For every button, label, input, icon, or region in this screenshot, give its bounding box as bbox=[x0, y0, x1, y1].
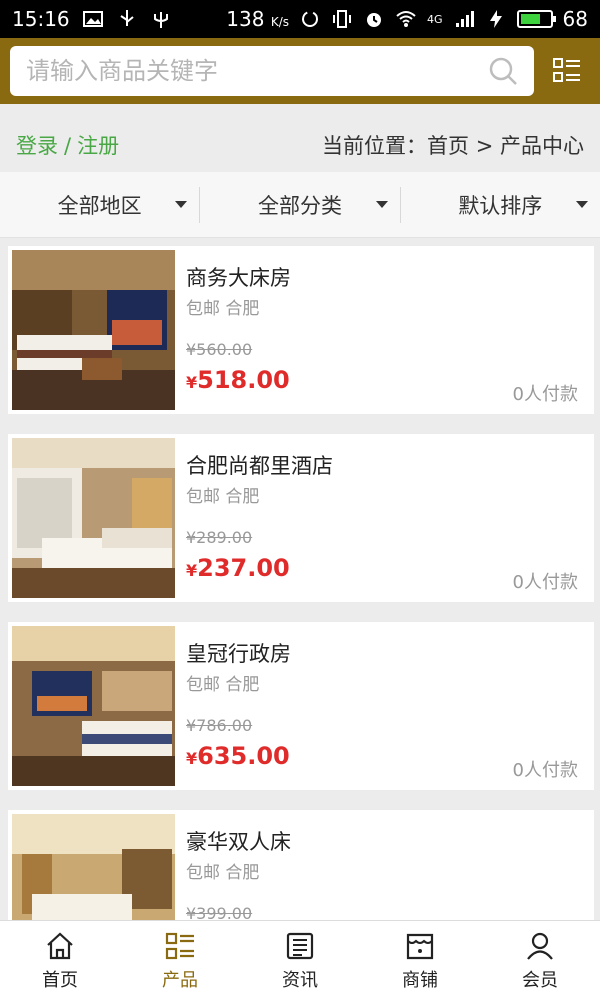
store-icon bbox=[406, 933, 434, 959]
original-price: ¥560.00 bbox=[186, 340, 253, 359]
sale-price: ¥237.00 bbox=[186, 554, 290, 582]
alarm-icon bbox=[367, 13, 382, 27]
usb-icon bbox=[120, 10, 134, 26]
vibrate-icon bbox=[333, 10, 352, 28]
breadcrumb[interactable]: 当前位置：首页 > 产品中心 bbox=[322, 130, 584, 160]
product-tags: 包邮 合肥 bbox=[186, 487, 260, 507]
location-bar: 登录 / 注册 当前位置：首页 > 产品中心 bbox=[0, 120, 600, 170]
product-card[interactable]: 皇冠行政房 包邮 合肥 ¥786.00 ¥635.00 0人付款 bbox=[8, 622, 594, 790]
tab-home[interactable]: 首页 bbox=[0, 921, 120, 1000]
sync-icon bbox=[302, 11, 319, 27]
sale-price: ¥635.00 bbox=[186, 742, 290, 770]
product-tags: 包邮 合肥 bbox=[186, 299, 260, 319]
battery-icon bbox=[516, 10, 556, 28]
signal-icon bbox=[455, 11, 474, 27]
login-link[interactable]: 登录 bbox=[16, 134, 58, 158]
original-price: ¥786.00 bbox=[186, 716, 253, 735]
trident-icon bbox=[153, 12, 168, 28]
product-image[interactable] bbox=[12, 814, 175, 920]
product-card[interactable]: 豪华双人床 包邮 合肥 ¥399.00 bbox=[8, 810, 594, 920]
product-image[interactable] bbox=[12, 438, 175, 598]
product-name: 合肥尚都里酒店 bbox=[186, 454, 333, 478]
product-list: 商务大床房 包邮 合肥 ¥560.00 ¥518.00 0人付款 合肥尚都里酒店… bbox=[0, 244, 600, 920]
category-menu-icon[interactable] bbox=[552, 56, 582, 86]
product-image[interactable] bbox=[12, 250, 175, 410]
product-card[interactable]: 合肥尚都里酒店 包邮 合肥 ¥289.00 ¥237.00 0人付款 bbox=[8, 434, 594, 602]
header bbox=[0, 38, 600, 104]
tab-news[interactable]: 资讯 bbox=[240, 921, 360, 1000]
product-card[interactable]: 商务大床房 包邮 合肥 ¥560.00 ¥518.00 0人付款 bbox=[8, 246, 594, 414]
product-name: 商务大床房 bbox=[186, 266, 291, 290]
sales-count: 0人付款 bbox=[512, 572, 578, 593]
chevron-down-icon bbox=[575, 200, 588, 208]
product-tags: 包邮 合肥 bbox=[186, 675, 260, 695]
network-speed: 138 K/s bbox=[226, 7, 290, 31]
sales-count: 0人付款 bbox=[512, 760, 578, 781]
product-tags: 包邮 合肥 bbox=[186, 863, 260, 883]
chevron-down-icon bbox=[375, 200, 388, 208]
user-icon bbox=[527, 932, 553, 960]
tab-products[interactable]: 产品 bbox=[120, 921, 240, 1000]
sort-filter[interactable]: 默认排序 bbox=[399, 186, 600, 223]
original-price: ¥399.00 bbox=[186, 904, 253, 920]
product-image[interactable] bbox=[12, 626, 175, 786]
tab-shops[interactable]: 商铺 bbox=[360, 921, 480, 1000]
tab-member[interactable]: 会员 bbox=[480, 921, 600, 1000]
charging-icon bbox=[489, 10, 502, 28]
region-filter[interactable]: 全部地区 bbox=[0, 187, 199, 223]
news-icon bbox=[286, 932, 314, 959]
search-input[interactable] bbox=[26, 57, 488, 85]
original-price: ¥289.00 bbox=[186, 528, 253, 547]
product-name: 豪华双人床 bbox=[186, 830, 291, 854]
sales-count: 0人付款 bbox=[512, 384, 578, 405]
search-box[interactable] bbox=[10, 46, 534, 96]
register-link[interactable]: 注册 bbox=[77, 134, 119, 158]
battery-level: 68 bbox=[562, 7, 588, 31]
status-bar: 15:16 138 K/s 4G 68 bbox=[0, 0, 600, 38]
bottom-nav: 首页 产品 资讯 商铺 会员 bbox=[0, 920, 600, 1000]
sale-price: ¥518.00 bbox=[186, 366, 290, 394]
filter-bar: 全部地区 全部分类 默认排序 bbox=[0, 172, 600, 238]
home-icon bbox=[47, 932, 73, 959]
image-icon bbox=[82, 11, 103, 27]
category-filter[interactable]: 全部分类 bbox=[199, 186, 399, 223]
product-name: 皇冠行政房 bbox=[186, 642, 291, 666]
chevron-down-icon bbox=[175, 200, 188, 208]
grid-list-icon bbox=[165, 932, 194, 959]
status-time: 15:16 bbox=[12, 7, 70, 31]
wifi-icon bbox=[396, 11, 416, 27]
signal-type: 4G bbox=[427, 12, 443, 26]
login-register: 登录 / 注册 bbox=[16, 134, 120, 158]
search-icon[interactable] bbox=[488, 56, 518, 86]
